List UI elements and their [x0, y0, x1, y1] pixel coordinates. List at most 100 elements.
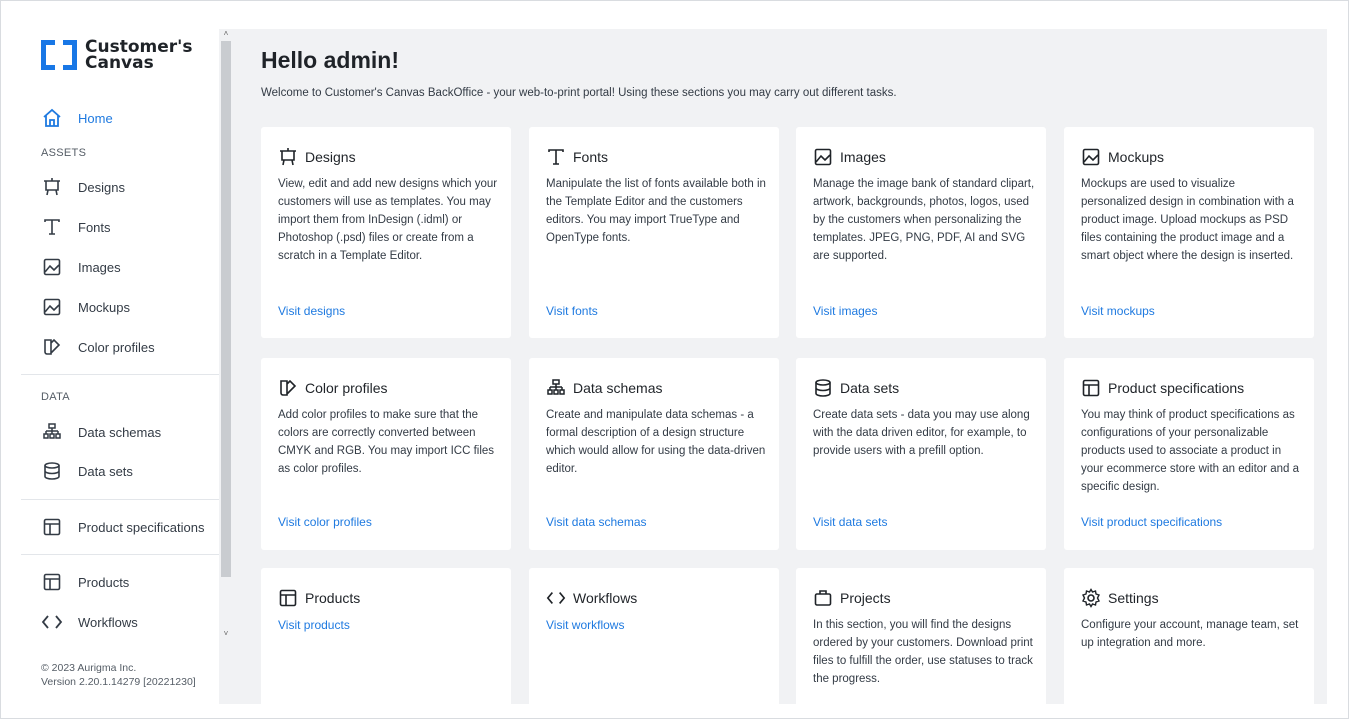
sidebar-footer: © 2023 Aurigma Inc. Version 2.20.1.14279… [41, 661, 196, 689]
sidebar-item-data-schemas[interactable]: Data schemas [41, 418, 161, 446]
mockup-icon [41, 296, 63, 318]
card-description: Configure your account, manage team, set… [1081, 619, 1299, 649]
copyright-text: © 2023 Aurigma Inc. [41, 662, 137, 674]
sidebar-item-label: Images [78, 259, 121, 275]
card-title: Designs [305, 149, 356, 165]
page-title: Hello admin! [261, 47, 400, 73]
visit-data-sets-link[interactable]: Visit data sets [813, 515, 887, 529]
visit-color-profiles-link[interactable]: Visit color profiles [278, 515, 372, 529]
sidebar-item-label: Mockups [78, 299, 131, 315]
card-description: Add color profiles to make sure that the… [278, 409, 495, 475]
sidebar-item-label: Data sets [78, 463, 133, 479]
sidebar-item-mockups[interactable]: Mockups [41, 293, 130, 321]
sidebar-item-color-profiles[interactable]: Color profiles [41, 333, 155, 361]
visit-product-specifications-link[interactable]: Visit product specifications [1081, 515, 1222, 529]
easel-icon [41, 176, 63, 198]
sidebar-item-label: Home [78, 110, 113, 126]
card-title: Fonts [573, 149, 609, 165]
sidebar-divider [21, 499, 219, 500]
sidebar-item-products[interactable]: Products [41, 568, 129, 596]
logo-mark-icon [41, 40, 77, 70]
sidebar-item-label: Color profiles [78, 339, 155, 355]
sidebar-item-product-specifications[interactable]: Product specifications [41, 513, 204, 541]
card-title: Workflows [573, 590, 638, 606]
card-title: Data schemas [573, 380, 663, 396]
card-description: You may think of product specifications … [1081, 409, 1299, 493]
visit-designs-link[interactable]: Visit designs [278, 304, 345, 318]
home-icon [41, 107, 63, 129]
section-label-assets: ASSETS [41, 147, 87, 159]
font-icon [546, 147, 566, 167]
sidebar-item-label: Workflows [78, 614, 138, 630]
logo[interactable]: Customer's Canvas [41, 39, 192, 73]
section-label-data: DATA [41, 391, 70, 403]
image-icon [41, 256, 63, 278]
layout-icon [41, 516, 63, 538]
sidebar-item-label: Fonts [78, 219, 111, 235]
card-title: Images [840, 149, 886, 165]
sidebar: Customer's Canvas Home ASSETS Designs Fo… [21, 29, 219, 704]
card-title: Product specifications [1108, 380, 1245, 396]
version-text: Version 2.20.1.14279 [20221230] [41, 676, 196, 688]
sidebar-item-designs[interactable]: Designs [41, 173, 125, 201]
card-title: Mockups [1108, 149, 1165, 165]
card-data-sets: Data sets Create data sets - data you ma… [796, 358, 1046, 550]
sidebar-scrollbar[interactable]: ˄ ˅ [219, 29, 233, 704]
card-color-profiles: Color profiles Add color profiles to mak… [261, 358, 511, 550]
card-images: Images Manage the image bank of standard… [796, 127, 1046, 338]
gear-icon [1081, 588, 1101, 608]
app-window: Customer's Canvas Home ASSETS Designs Fo… [0, 0, 1349, 719]
sidebar-item-label: Product specifications [78, 519, 205, 535]
database-icon [41, 460, 63, 482]
code-icon [546, 588, 566, 608]
sidebar-item-fonts[interactable]: Fonts [41, 213, 111, 241]
card-product-specifications: Product specifications You may think of … [1064, 358, 1314, 550]
scroll-down-icon[interactable]: ˅ [221, 629, 231, 639]
card-settings: Settings Configure your account, manage … [1064, 568, 1314, 704]
card-fonts: Fonts Manipulate the list of fonts avail… [529, 127, 779, 338]
visit-data-schemas-link[interactable]: Visit data schemas [546, 515, 647, 529]
card-title: Products [305, 590, 361, 606]
logo-line-2: Canvas [85, 53, 154, 73]
font-icon [41, 216, 63, 238]
card-designs: Designs View, edit and add new designs w… [261, 127, 511, 338]
sidebar-item-label: Products [78, 574, 130, 590]
sidebar-divider [21, 554, 219, 555]
sidebar-item-data-sets[interactable]: Data sets [41, 457, 133, 485]
scroll-up-icon[interactable]: ˄ [221, 29, 231, 39]
card-title: Projects [840, 590, 891, 606]
layout-icon [1081, 378, 1101, 398]
visit-images-link[interactable]: Visit images [813, 304, 877, 318]
card-workflows: Workflows Visit workflows [529, 568, 779, 704]
card-description: Manage the image bank of standard clipar… [813, 178, 1035, 262]
color-profile-icon [41, 336, 63, 358]
card-description: In this section, you will find the desig… [813, 619, 1033, 685]
card-title: Color profiles [305, 380, 388, 396]
visit-mockups-link[interactable]: Visit mockups [1081, 304, 1155, 318]
card-description: Create data sets - data you may use alon… [813, 409, 1030, 457]
layout-icon [278, 588, 298, 608]
sidebar-item-workflows[interactable]: Workflows [41, 608, 138, 636]
sidebar-item-images[interactable]: Images [41, 253, 121, 281]
main-content: Hello admin! Welcome to Customer's Canva… [233, 29, 1327, 704]
scroll-thumb[interactable] [221, 41, 231, 577]
visit-workflows-link[interactable]: Visit workflows [546, 618, 624, 632]
schema-icon [41, 421, 63, 443]
sidebar-divider [21, 374, 219, 375]
briefcase-icon [813, 588, 833, 608]
schema-icon [546, 378, 566, 398]
sidebar-item-home[interactable]: Home [41, 104, 113, 132]
card-projects: Projects In this section, you will find … [796, 568, 1046, 704]
card-title: Settings [1108, 590, 1159, 606]
layout-icon [41, 571, 63, 593]
code-icon [41, 611, 63, 633]
card-description: Mockups are used to visualize personaliz… [1081, 178, 1294, 262]
image-icon [813, 147, 833, 167]
card-title: Data sets [840, 380, 900, 396]
sidebar-item-label: Data schemas [78, 424, 162, 440]
visit-fonts-link[interactable]: Visit fonts [546, 304, 598, 318]
visit-products-link[interactable]: Visit products [278, 618, 350, 632]
card-products: Products Visit products [261, 568, 511, 704]
card-description: View, edit and add new designs which you… [278, 178, 498, 262]
sidebar-item-label: Designs [78, 179, 125, 195]
